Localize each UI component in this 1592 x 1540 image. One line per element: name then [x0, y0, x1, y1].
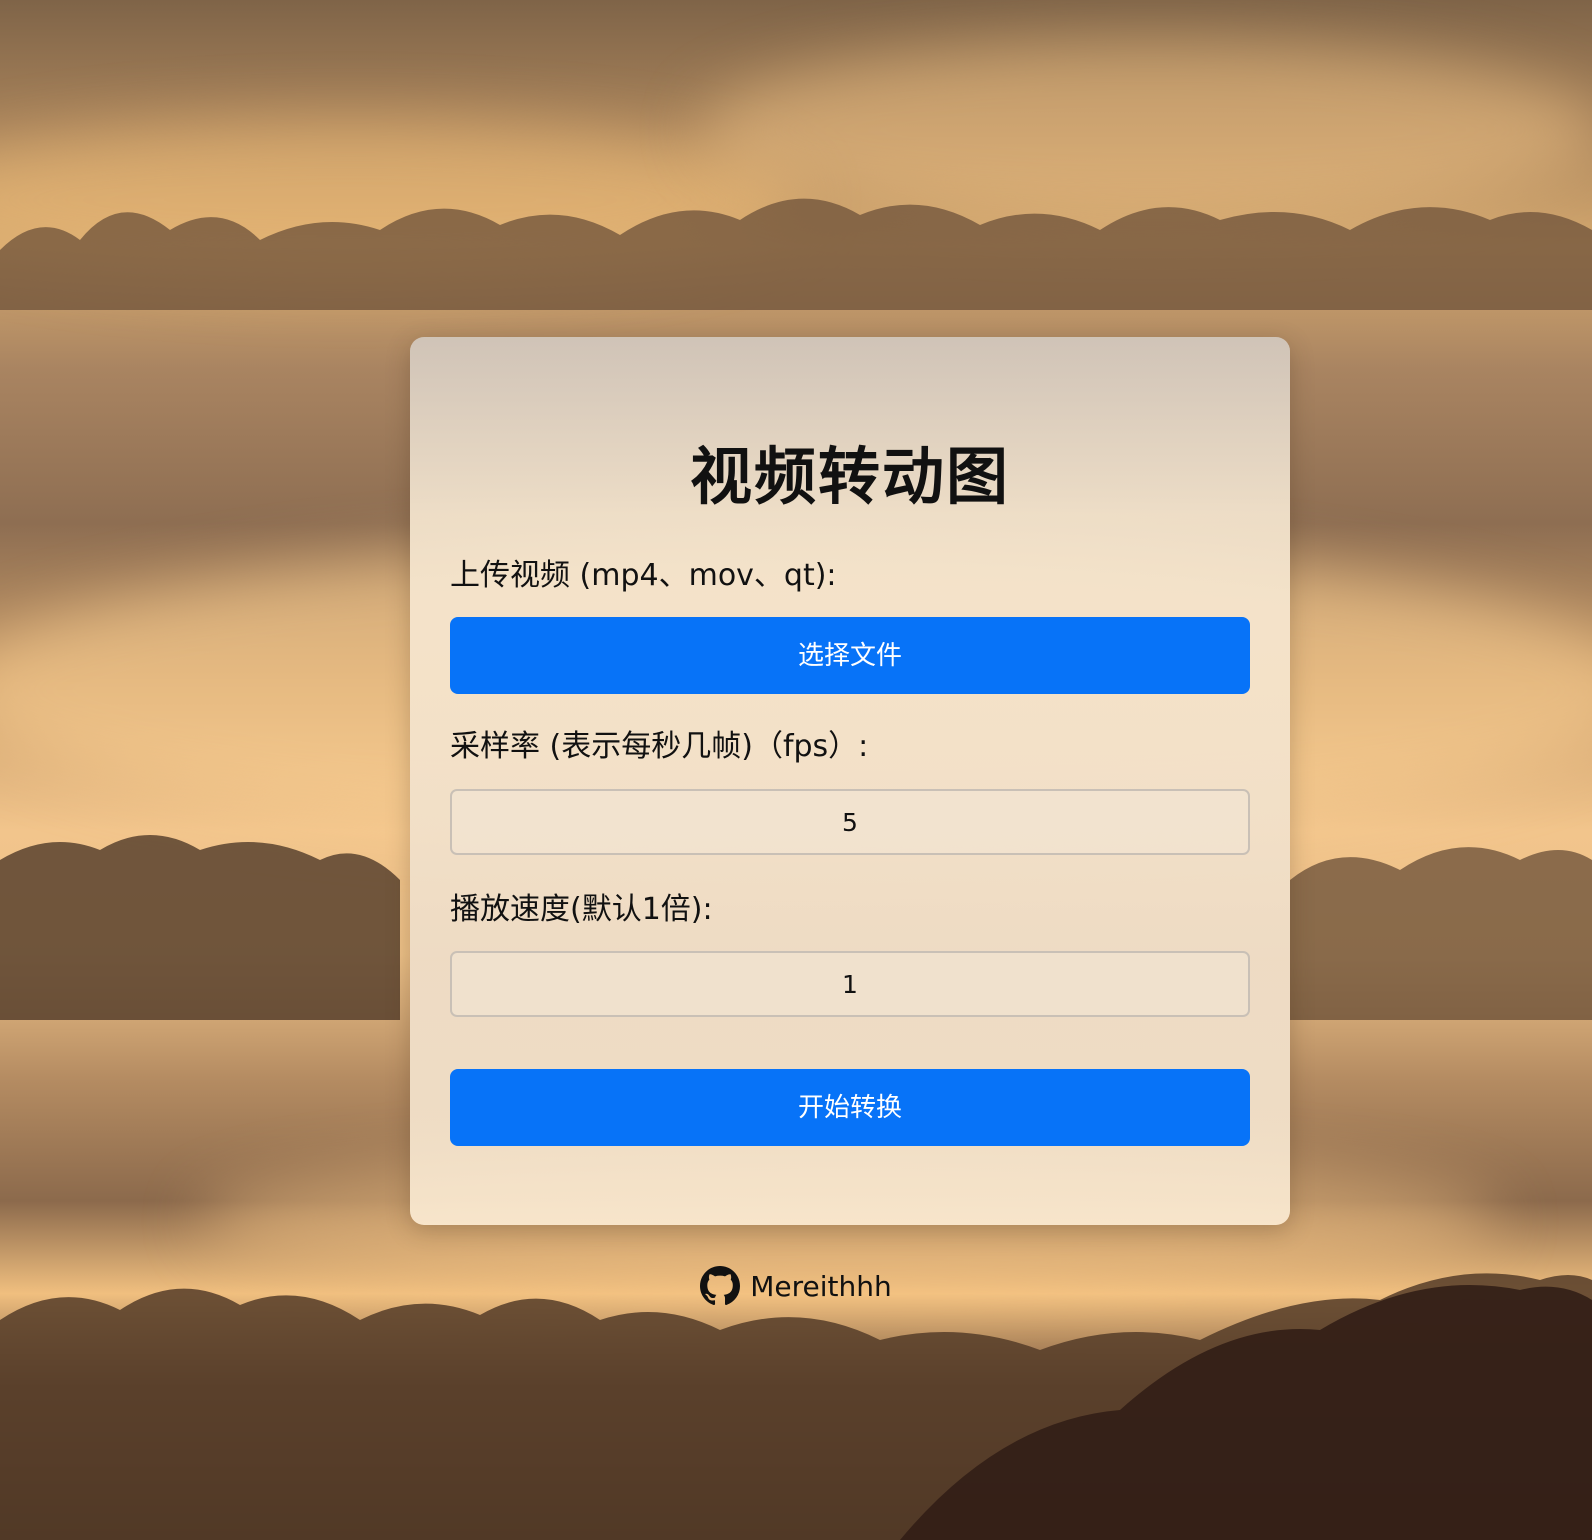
speed-input[interactable]: [450, 951, 1250, 1017]
github-icon: [700, 1266, 741, 1306]
background-treeline: [0, 198, 1592, 310]
fps-input[interactable]: [450, 789, 1250, 855]
speed-label: 播放速度(默认1倍):: [450, 892, 713, 927]
start-convert-button[interactable]: 开始转换: [450, 1069, 1250, 1146]
converter-card: 视频转动图 上传视频 (mp4、mov、qt): 选择文件 采样率 (表示每秒几…: [410, 337, 1290, 1225]
footer: Mereithhh: [0, 1262, 1592, 1310]
upload-label: 上传视频 (mp4、mov、qt):: [450, 558, 837, 593]
page-background: 视频转动图 上传视频 (mp4、mov、qt): 选择文件 采样率 (表示每秒几…: [0, 0, 1592, 1540]
fps-label: 采样率 (表示每秒几帧)（fps）:: [450, 729, 869, 764]
page-title: 视频转动图: [689, 440, 1010, 513]
author-name: Mereithhh: [750, 1269, 892, 1303]
github-link[interactable]: Mereithhh: [700, 1266, 892, 1306]
choose-file-button[interactable]: 选择文件: [450, 617, 1250, 694]
